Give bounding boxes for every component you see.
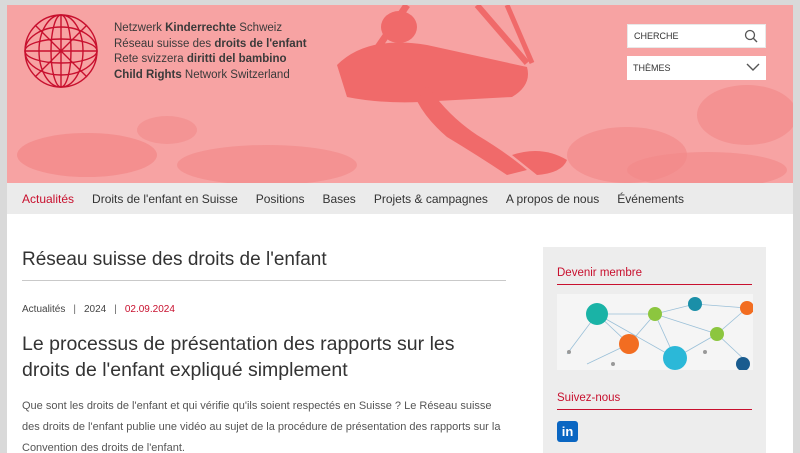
sidebar: Devenir membre Suivez-nous in — [543, 247, 766, 453]
nav-item-projets-campagnes[interactable]: Projets & campagnes — [374, 192, 488, 206]
nav-item-bases[interactable]: Bases — [322, 192, 355, 206]
article-date: 02.09.2024 — [124, 304, 175, 315]
chevron-down-icon — [746, 63, 760, 71]
themes-dropdown[interactable]: THÈMES — [627, 56, 766, 80]
brand-line-it: Rete svizzera diritti del bambino — [114, 52, 307, 68]
brand-wordmark[interactable]: Netzwerk Kinderrechte Schweiz Réseau sui… — [114, 21, 307, 83]
become-member-heading[interactable]: Devenir membre — [557, 267, 752, 285]
brand-text: Network Switzerland — [181, 68, 290, 81]
brand-line-en: Child Rights Network Switzerland — [114, 68, 307, 84]
meta-separator: | — [73, 304, 76, 315]
article-lead: Que sont les droits de l'enfant et qui v… — [22, 400, 501, 453]
brand-text: Réseau suisse des — [114, 37, 215, 50]
search-box — [627, 24, 766, 48]
nav-item-droits-enfant-suisse[interactable]: Droits de l'enfant en Suisse — [92, 192, 238, 206]
article-meta: Actualités | 2024 | 02.09.2024 — [22, 304, 506, 315]
search-icon[interactable] — [744, 29, 758, 43]
main-content: Réseau suisse des droits de l'enfant Act… — [22, 214, 506, 453]
search-input[interactable] — [634, 31, 739, 41]
nav-item-a-propos[interactable]: A propos de nous — [506, 192, 599, 206]
brand-text-bold: Kinderrechte — [165, 22, 237, 34]
nav-item-evenements[interactable]: Événements — [617, 192, 684, 206]
main-navigation: Actualités Droits de l'enfant en Suisse … — [7, 183, 793, 214]
brand-text: Netzwerk — [114, 22, 166, 34]
meta-separator: | — [114, 304, 117, 315]
page-title: Réseau suisse des droits de l'enfant — [22, 249, 327, 270]
header-hero: Netzwerk Kinderrechte Schweiz Réseau sui… — [7, 5, 793, 183]
article-category[interactable]: Actualités — [22, 304, 65, 315]
network-graphic[interactable] — [557, 294, 754, 371]
title-divider — [22, 280, 506, 281]
brand-text-bold: diritti del bambino — [186, 53, 287, 65]
nav-item-positions[interactable]: Positions — [256, 192, 305, 206]
brand-text: Rete svizzera — [114, 53, 187, 65]
themes-label: THÈMES — [633, 63, 671, 73]
follow-us-heading: Suivez-nous — [557, 392, 752, 410]
brand-text-bold: Child Rights — [114, 68, 182, 81]
linkedin-icon[interactable]: in — [557, 421, 578, 442]
brand-line-fr: Réseau suisse des droits de l'enfant — [114, 37, 307, 53]
globe-logo-icon[interactable] — [21, 11, 101, 91]
brand-line-de: Netzwerk Kinderrechte Schweiz — [114, 21, 307, 37]
article-title[interactable]: Le processus de présentation des rapport… — [22, 331, 506, 383]
article-year[interactable]: 2024 — [84, 304, 106, 315]
brand-text: Schweiz — [236, 22, 283, 34]
brand-text-bold: droits de l'enfant — [214, 37, 307, 50]
browser-viewport: Netzwerk Kinderrechte Schweiz Réseau sui… — [7, 5, 793, 453]
nav-item-actualites[interactable]: Actualités — [22, 192, 74, 206]
